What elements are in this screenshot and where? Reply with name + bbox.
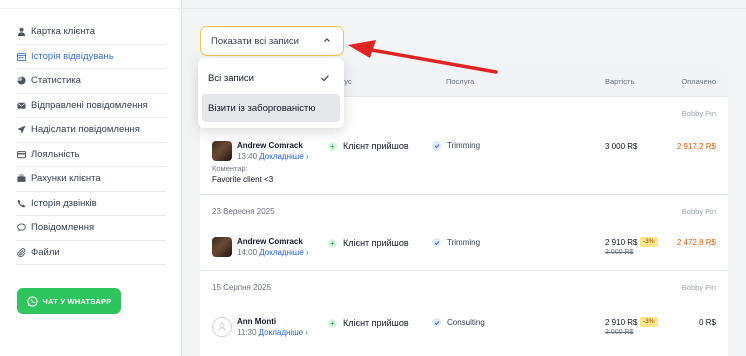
sidebar-item-label: Картка клієнта [31, 26, 96, 38]
annotation-arrow [348, 40, 498, 74]
client-avatar [212, 237, 232, 257]
check-icon [432, 318, 441, 327]
table-row[interactable]: 23 Вересня 2025 Bobby Pin Andrew Comrack… [200, 194, 728, 270]
visit-date: 23 Вересня 2025 [212, 207, 275, 216]
client-name[interactable]: Andrew Comrack [237, 141, 303, 150]
visit-time: 14:00 Докладніше › [237, 248, 309, 257]
chevron-up-icon [324, 38, 330, 42]
check-icon [432, 141, 441, 150]
sidebar-item-label: Історія відвідувань [31, 50, 114, 62]
whatsapp-chat-button[interactable]: ЧАТ У WHATSAPP [17, 288, 121, 314]
sidebar-item-call-history[interactable]: Історія дзвінків [16, 192, 166, 216]
sidebar-item-label: Повідомлення [31, 222, 95, 234]
visit-status: + Клієнт прийшов [328, 318, 409, 328]
comment-text: Favorite client <3 [212, 175, 274, 184]
sidebar: Картка клієнта Історія відвідувань Стати… [0, 0, 182, 356]
price: 3 000 R$ [605, 142, 638, 151]
paid-amount: 0 R$ [699, 318, 716, 327]
sidebar-item-client-card[interactable]: Картка клієнта [16, 20, 166, 45]
price: 2 910 R$ [605, 318, 638, 327]
client-avatar [212, 141, 232, 161]
comment-label: Коментар: [212, 164, 248, 173]
discount-badge: -3% [640, 317, 658, 327]
staff-name: Bobby Pin [681, 283, 716, 292]
visit-status: + Клієнт прийшов [328, 238, 409, 248]
calendar-icon [16, 51, 26, 61]
client-name[interactable]: Ann Monti [237, 317, 276, 326]
visit-time: 11:30 Докладніше › [237, 328, 308, 337]
pie-chart-icon [16, 76, 26, 86]
plus-icon: + [328, 238, 337, 248]
sidebar-item-send-message[interactable]: Надіслати повідомлення [16, 118, 166, 143]
service: Trimming [432, 238, 480, 247]
sidebar-item-label: Файли [31, 246, 60, 258]
old-price: 3 000 R$ [605, 329, 634, 336]
sidebar-item-loyalty[interactable]: Лояльність [16, 143, 166, 167]
records-filter-dropdown[interactable]: Показати всі записи [200, 26, 344, 56]
menu-item-all-records[interactable]: Всі записи [202, 64, 340, 92]
details-link[interactable]: Докладніше › [259, 328, 308, 337]
paid-amount: 2 472,8 R$ [676, 238, 716, 247]
sidebar-item-visit-history[interactable]: Історія відвідувань [16, 45, 166, 69]
sidebar-item-messages[interactable]: Повідомлення [16, 216, 166, 241]
table-row[interactable]: 15 Серпня 2025 Bobby Pin Ann Monti 11:30… [200, 270, 728, 356]
visit-date: 15 Серпня 2025 [212, 283, 271, 292]
plus-icon: + [328, 141, 337, 151]
chat-bubble-icon [16, 223, 26, 233]
whatsapp-label: ЧАТ У WHATSAPP [42, 296, 112, 306]
details-link[interactable]: Докладніше › [259, 152, 308, 161]
records-filter-menu: Всі записи Візити із заборгованістю [198, 58, 344, 128]
user-placeholder-icon [218, 323, 226, 332]
service: Trimming [432, 141, 480, 150]
sidebar-item-client-accounts[interactable]: Рахунки клієнта [16, 167, 166, 192]
discount-badge: -3% [640, 237, 658, 247]
paperclip-icon [16, 247, 26, 257]
paper-plane-icon [16, 125, 26, 135]
old-price: 3 000 R$ [605, 249, 634, 256]
check-icon [432, 238, 441, 247]
column-header-service: Послуга [446, 77, 475, 86]
details-link[interactable]: Докладніше › [259, 248, 308, 257]
user-icon [16, 27, 26, 37]
sidebar-item-label: Відправлені повідомлення [31, 99, 148, 111]
sidebar-item-label: Рахунки клієнта [31, 173, 101, 185]
records-filter-value: Показати всі записи [211, 35, 299, 47]
phone-icon [16, 198, 26, 208]
column-header-paid: Оплачено [681, 77, 716, 86]
briefcase-icon [16, 174, 26, 184]
price: 2 910 R$ [605, 238, 638, 247]
checkmark-icon [321, 75, 329, 82]
client-avatar [212, 317, 232, 337]
staff-name: Bobby Pin [681, 109, 716, 118]
menu-item-visits-with-debt[interactable]: Візити із заборгованістю [202, 94, 340, 122]
sidebar-item-label: Історія дзвінків [31, 197, 97, 209]
sidebar-item-label: Надіслати повідомлення [31, 124, 140, 136]
column-header-price: Вартість [605, 77, 635, 86]
sidebar-item-files[interactable]: Файли [16, 241, 166, 265]
visit-status: + Клієнт прийшов [328, 141, 409, 151]
visit-time: 13:40 Докладніше › [237, 152, 309, 161]
staff-name: Bobby Pin [681, 207, 716, 216]
plus-icon: + [328, 318, 337, 328]
paid-amount: 2 917,2 R$ [676, 142, 716, 151]
card-icon [16, 149, 26, 159]
service: Consulting [432, 318, 485, 327]
sidebar-item-statistics[interactable]: Статистика [16, 69, 166, 94]
sidebar-item-label: Лояльність [31, 148, 80, 160]
sidebar-nav: Картка клієнта Історія відвідувань Стати… [16, 20, 166, 265]
envelope-icon [16, 100, 26, 110]
whatsapp-icon [26, 295, 38, 307]
sidebar-item-label: Статистика [31, 75, 81, 87]
client-name[interactable]: Andrew Comrack [237, 237, 303, 246]
divider [0, 8, 182, 9]
sidebar-item-sent-messages[interactable]: Відправлені повідомлення [16, 94, 166, 118]
